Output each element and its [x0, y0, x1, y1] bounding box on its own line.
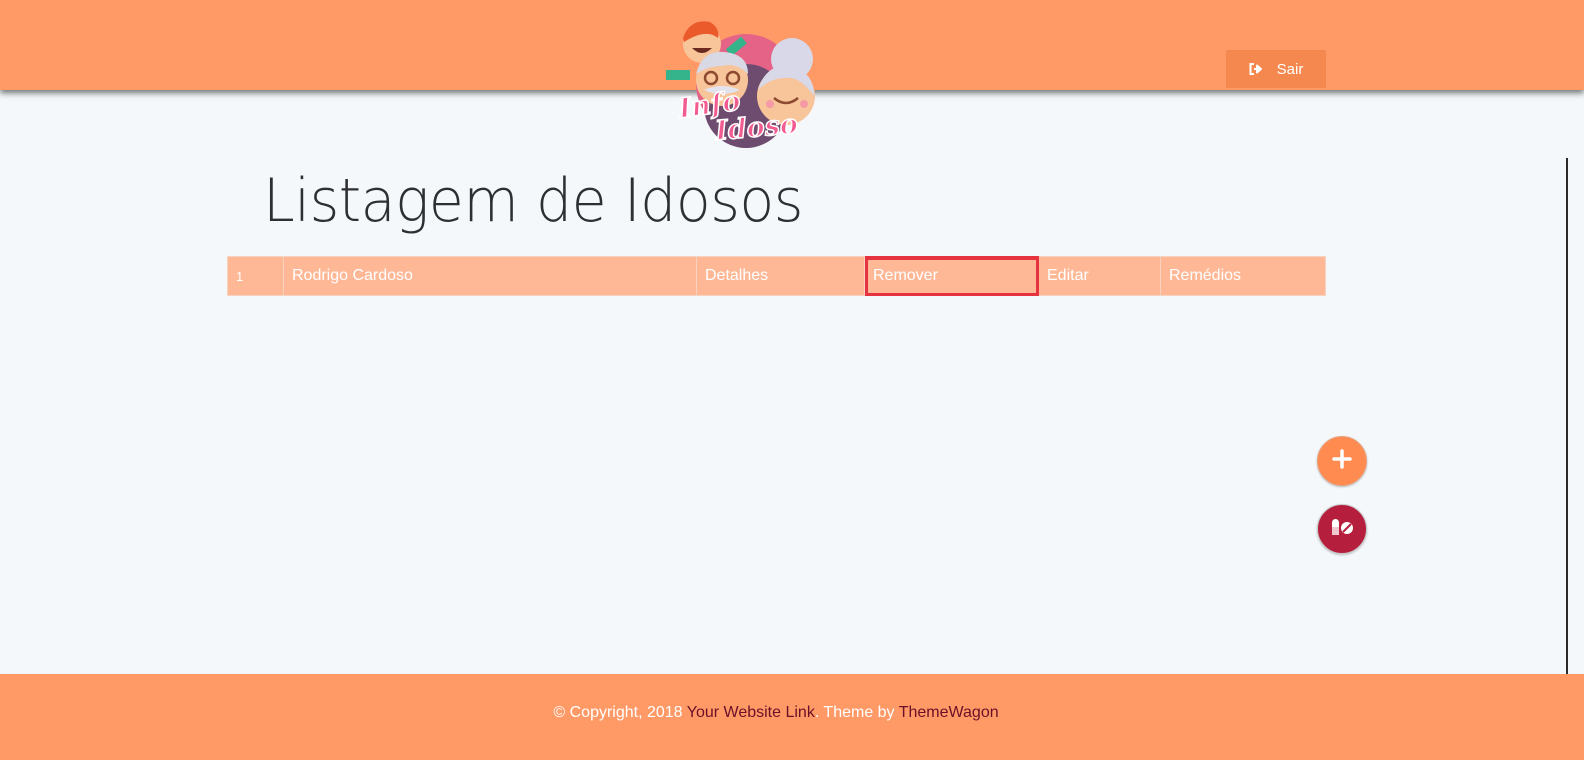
elderly-list-table: 1 Rodrigo Cardoso Detalhes Remover Edita…	[227, 256, 1326, 296]
row-index: 1	[227, 256, 284, 296]
page-title: Listagem de Idosos	[263, 166, 804, 236]
theme-by-text: . Theme by	[814, 704, 899, 721]
website-link[interactable]: Your Website Link	[687, 704, 815, 721]
table-row: 1 Rodrigo Cardoso Detalhes Remover Edita…	[227, 256, 1326, 296]
add-elderly-button[interactable]	[1317, 436, 1367, 486]
page-edge-divider	[1566, 158, 1568, 674]
svg-text:Idoso: Idoso	[713, 109, 799, 147]
edit-link[interactable]: Editar	[1038, 256, 1161, 296]
themewagon-link[interactable]: ThemeWagon	[899, 704, 999, 721]
medicines-button[interactable]	[1317, 504, 1367, 554]
elderly-name: Rodrigo Cardoso	[283, 256, 697, 296]
logout-button[interactable]: Sair	[1226, 50, 1326, 88]
medicines-link[interactable]: Remédios	[1160, 256, 1326, 296]
logout-label: Sair	[1276, 60, 1304, 78]
footer-copyright: © Copyright, 2018 Your Website Link. The…	[0, 704, 1552, 722]
details-link[interactable]: Detalhes	[696, 256, 865, 296]
sign-out-icon	[1249, 63, 1263, 75]
copyright-text: © Copyright, 2018	[553, 704, 687, 721]
info-idoso-logo[interactable]: Info Idoso	[662, 14, 822, 154]
pills-icon	[1330, 518, 1354, 541]
footer: © Copyright, 2018 Your Website Link. The…	[0, 674, 1584, 760]
remove-link[interactable]: Remover	[864, 256, 1039, 296]
plus-icon	[1332, 448, 1352, 474]
